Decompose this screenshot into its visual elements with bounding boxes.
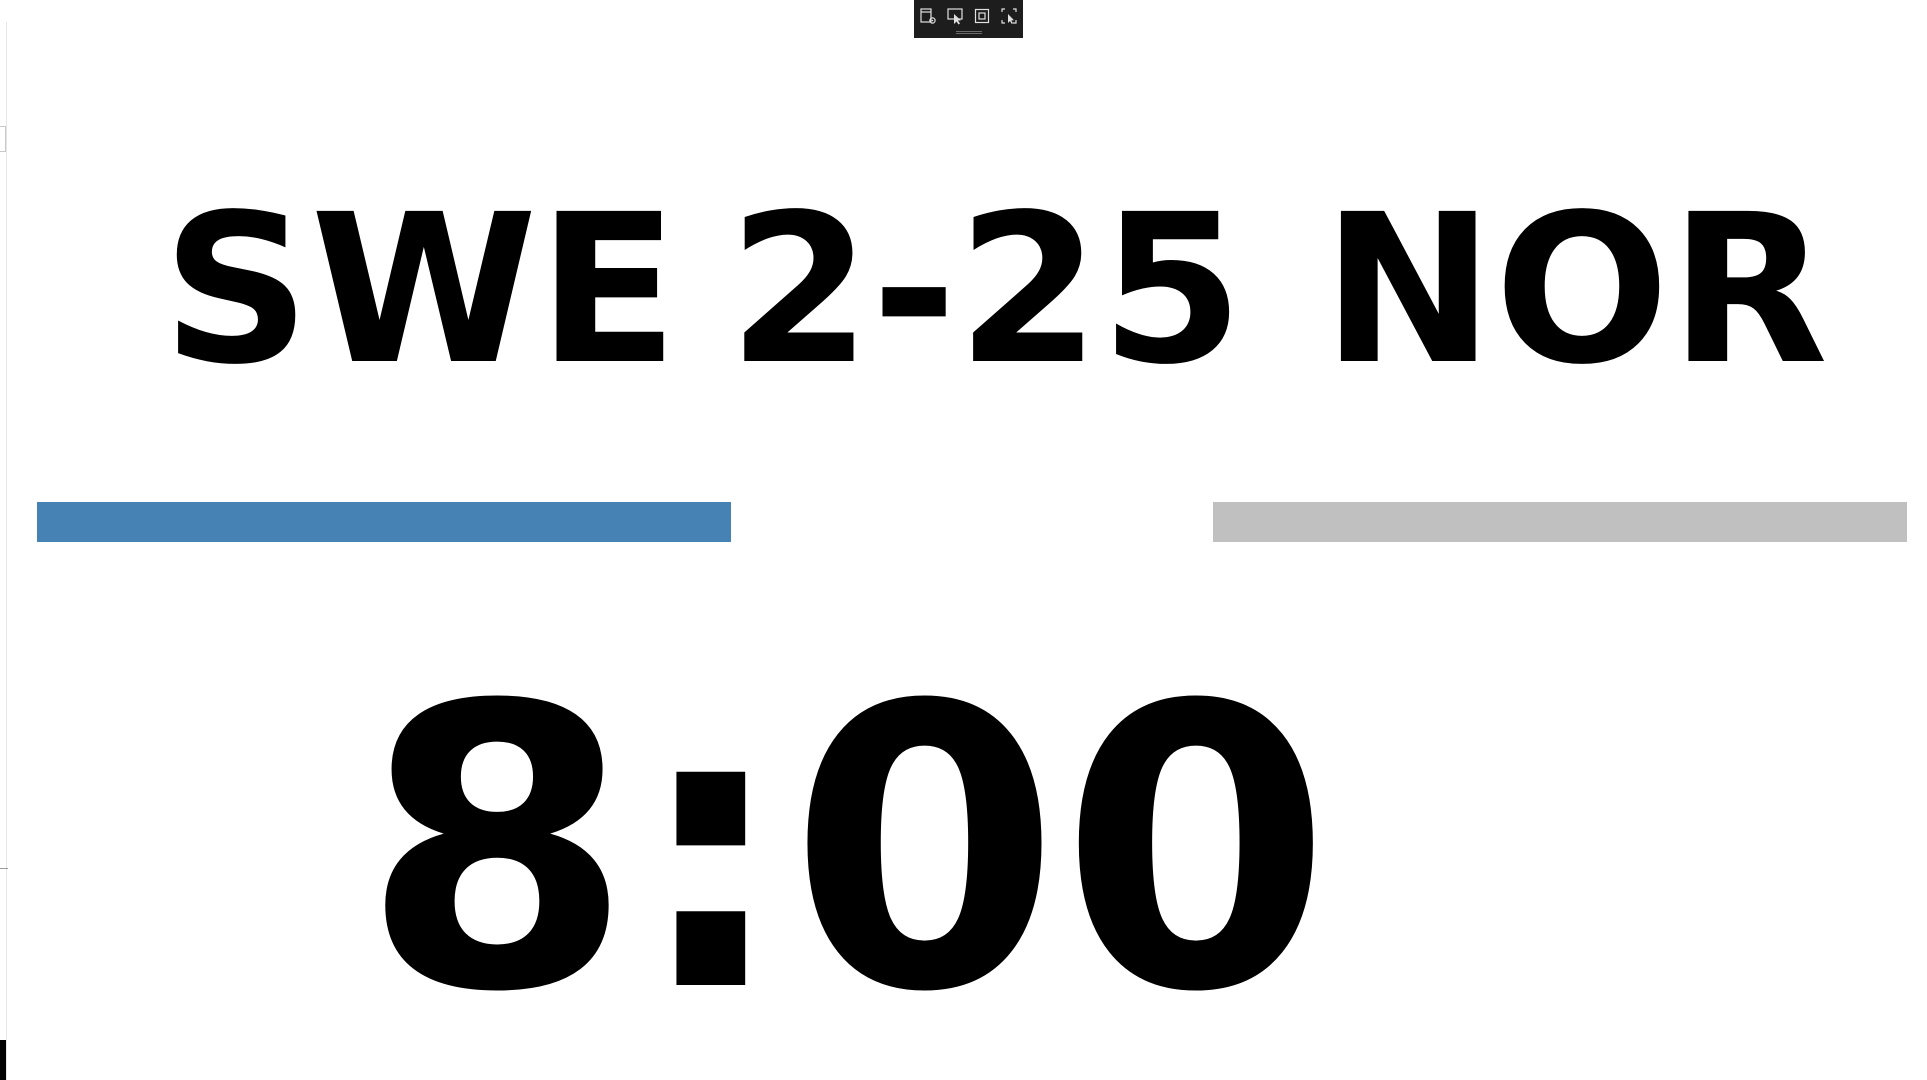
away-team-bar — [1213, 502, 1907, 542]
game-clock-value: 8:00 — [361, 623, 1332, 1077]
select-pointer-icon[interactable] — [946, 7, 965, 26]
left-edge-handle[interactable] — [0, 126, 6, 152]
score-line: SWE 2-25 NOR — [0, 170, 1927, 410]
frame-box-icon[interactable] — [973, 7, 992, 26]
toolbar-drag-grip[interactable] — [956, 31, 982, 34]
away-team-code: NOR — [1322, 170, 1829, 410]
home-team-bar — [37, 502, 731, 542]
scoreboard-window: SWE 2-25 NOR 8:00 — [0, 0, 1927, 1080]
floating-toolbar — [914, 0, 1023, 38]
capture-region-icon[interactable] — [1000, 7, 1019, 26]
window-settings-icon[interactable] — [919, 7, 938, 26]
match-score: 2-25 — [728, 170, 1244, 410]
game-clock: 8:00 — [0, 650, 1927, 1050]
home-team-code: SWE — [162, 170, 679, 410]
